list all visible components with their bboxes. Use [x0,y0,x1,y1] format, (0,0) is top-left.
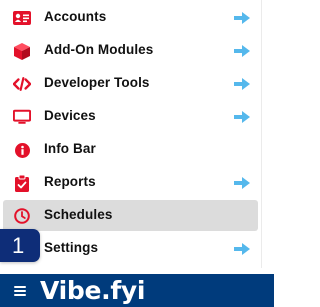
bottom-bar: Vibe.fyi [0,274,274,307]
brand-logo: Vibe.fyi [40,276,146,305]
menu-item-accounts[interactable]: Accounts [3,2,258,33]
menu-label: Devices [44,108,96,123]
cube-icon [13,42,31,60]
code-icon [13,75,31,93]
submenu-arrow-icon[interactable] [234,242,250,255]
menu-item-schedules[interactable]: Schedules [3,200,258,231]
menu-label: Add-On Modules [44,42,154,57]
monitor-icon [13,108,31,126]
menu-label: Developer Tools [44,75,150,90]
submenu-arrow-icon[interactable] [234,11,250,24]
submenu-arrow-icon[interactable] [234,110,250,123]
submenu-arrow-icon[interactable] [234,44,250,57]
menu-item-add-on-modules[interactable]: Add-On Modules [3,35,258,66]
navigation-menu: Accounts Add-On Modules Developer Tools … [0,0,261,268]
clock-icon [13,207,31,225]
info-icon [13,141,31,159]
menu-item-settings[interactable]: Settings [3,233,258,264]
hamburger-icon[interactable] [14,286,26,297]
menu-label: Accounts [44,9,107,24]
menu-item-info-bar[interactable]: Info Bar [3,134,258,165]
clipboard-check-icon [13,174,31,192]
submenu-arrow-icon[interactable] [234,77,250,90]
menu-label: Info Bar [44,141,96,156]
submenu-arrow-icon[interactable] [234,176,250,189]
menu-item-devices[interactable]: Devices [3,101,258,132]
menu-label: Schedules [44,207,113,222]
menu-item-reports[interactable]: Reports [3,167,258,198]
menu-label: Settings [44,240,99,255]
menu-label: Reports [44,174,96,189]
step-number-badge: 1 [0,229,40,262]
id-card-icon [13,9,31,27]
menu-item-developer-tools[interactable]: Developer Tools [3,68,258,99]
